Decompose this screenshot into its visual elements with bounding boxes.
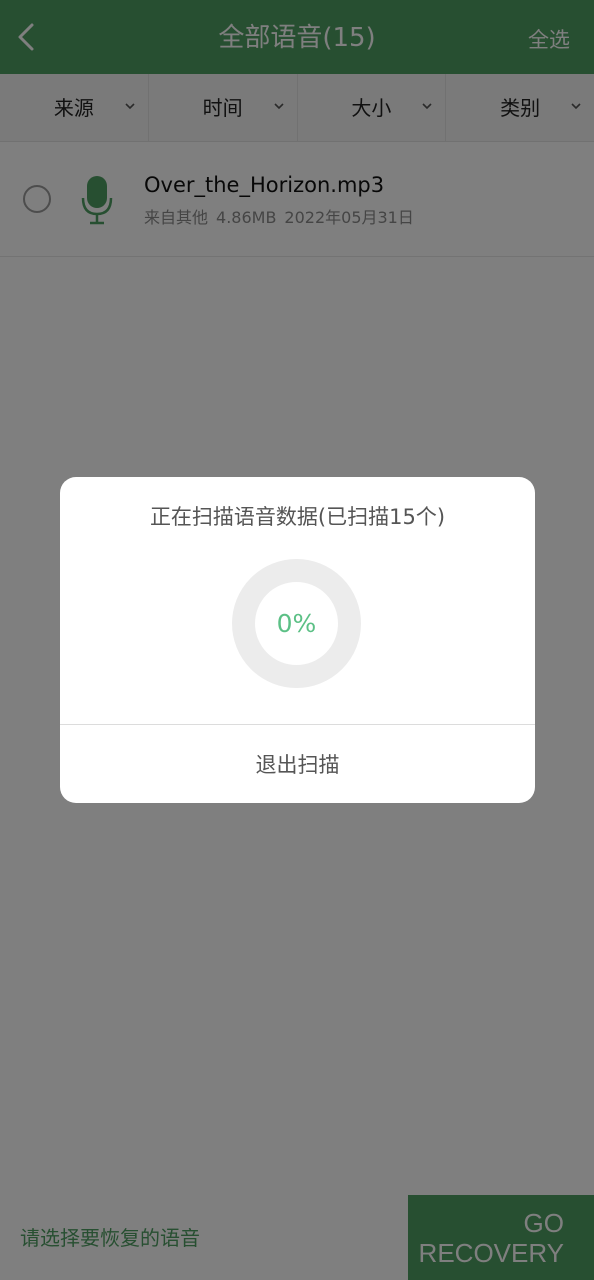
- dialog-title: 正在扫描语音数据(已扫描15个): [149, 505, 446, 529]
- progress-percent: 0%: [276, 609, 317, 638]
- exit-scan-button[interactable]: 退出扫描: [60, 725, 535, 803]
- scan-progress-dialog: 正在扫描语音数据(已扫描15个) 0% 退出扫描: [60, 477, 535, 803]
